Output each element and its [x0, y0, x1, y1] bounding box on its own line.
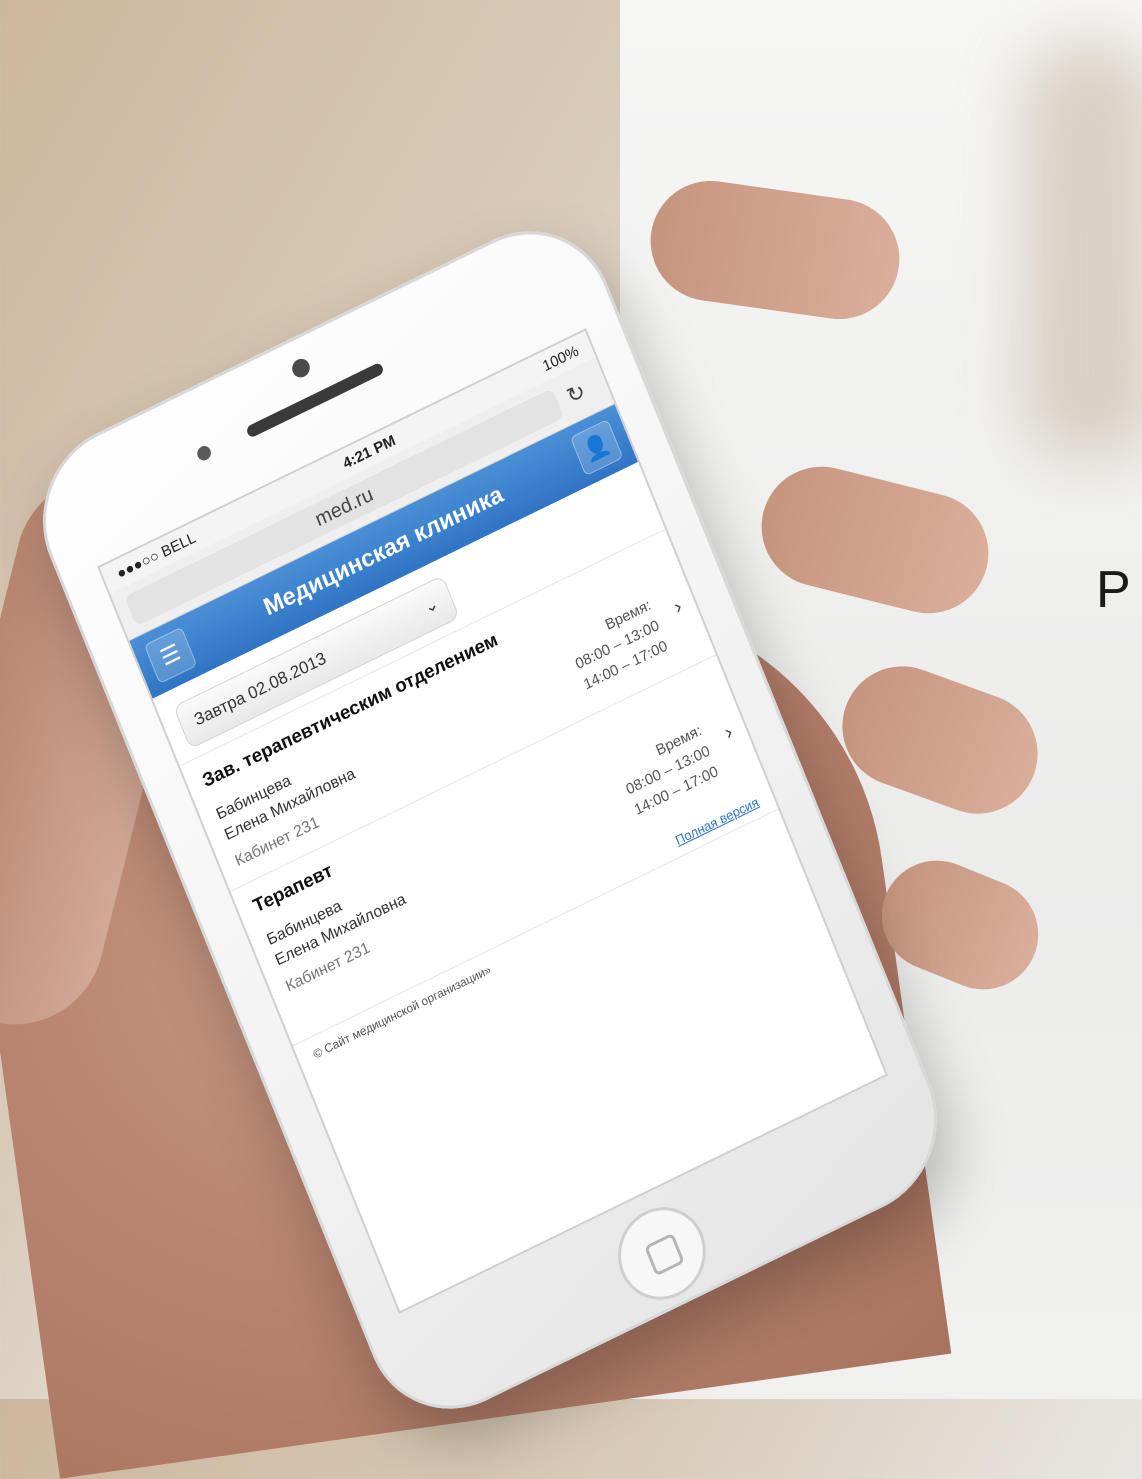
background-blur-shape	[1020, 40, 1142, 460]
sensor-icon	[195, 443, 214, 463]
earpiece	[245, 361, 385, 439]
chevron-down-icon: ⌄	[421, 593, 442, 618]
home-square-icon	[644, 1232, 685, 1277]
reload-icon[interactable]: ↻	[553, 373, 599, 415]
side-heading-fragment: Р	[1096, 561, 1131, 619]
front-camera-icon	[289, 355, 313, 381]
